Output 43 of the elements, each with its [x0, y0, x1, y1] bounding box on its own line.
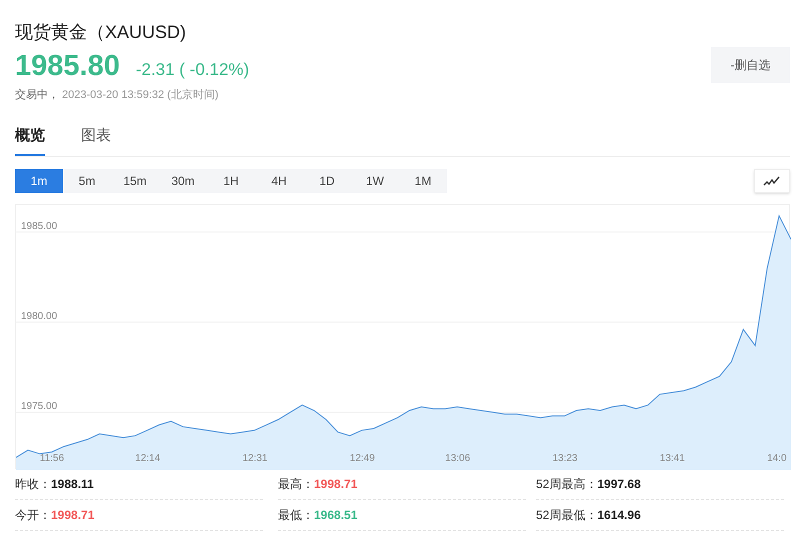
stat-label: 52周最低： — [536, 506, 598, 524]
stat-label: 最高： — [278, 476, 314, 492]
x-axis-label: 13:23 — [552, 454, 578, 464]
x-axis-label: 12:14 — [135, 454, 160, 464]
period-button[interactable]: 4H — [255, 168, 303, 192]
tab[interactable]: 概览 — [15, 125, 45, 156]
stat-value: 1988.11 — [51, 476, 94, 492]
stat-label: 最低： — [278, 506, 314, 524]
instrument-title: 现货黄金（XAUUSD) — [15, 21, 188, 44]
tab[interactable]: 图表 — [81, 125, 111, 156]
timezone-label: (北京时间) — [167, 88, 218, 102]
stat-label: 今开： — [15, 506, 51, 524]
period-button[interactable]: 30m — [159, 168, 207, 192]
stat-label: 52周最高： — [536, 476, 598, 492]
period-button[interactable]: 1W — [351, 168, 399, 192]
x-axis-label: 13:06 — [445, 454, 470, 464]
current-price: 1985.80 — [15, 50, 120, 82]
stat-value: 1968.51 — [314, 506, 358, 524]
trading-status: 交易中， — [15, 88, 59, 102]
period-button[interactable]: 5m — [63, 168, 111, 192]
line-chart-icon — [763, 176, 781, 186]
x-axis-label: 11:56 — [40, 454, 64, 464]
x-axis-label: 14:0 — [767, 454, 787, 464]
period-button[interactable]: 1m — [15, 168, 63, 192]
x-axis-label: 13:41 — [660, 454, 685, 464]
stat-value: 1997.68 — [597, 476, 641, 492]
stat-value: 1998.71 — [314, 476, 358, 492]
y-axis-label: 1980.00 — [21, 312, 58, 322]
y-axis-label: 1985.00 — [21, 222, 58, 232]
chart-type-button[interactable] — [754, 168, 790, 192]
period-button[interactable]: 1D — [303, 168, 351, 192]
x-axis-label: 12:31 — [242, 454, 268, 464]
y-axis-label: 1975.00 — [21, 402, 58, 412]
stat-value: 1614.96 — [597, 506, 641, 524]
period-button[interactable]: 1M — [399, 168, 447, 192]
period-button[interactable]: 1H — [207, 168, 255, 192]
x-axis-label: 12:49 — [350, 454, 375, 464]
price-change: -2.31 ( -0.12%) — [136, 59, 250, 81]
period-button[interactable]: 15m — [111, 168, 159, 192]
timestamp: 2023-03-20 13:59:32 — [62, 88, 164, 102]
stat-label: 昨收： — [15, 476, 51, 492]
remove-watchlist-button[interactable]: -删自选 — [711, 47, 790, 83]
stat-value: 1998.71 — [51, 506, 94, 524]
